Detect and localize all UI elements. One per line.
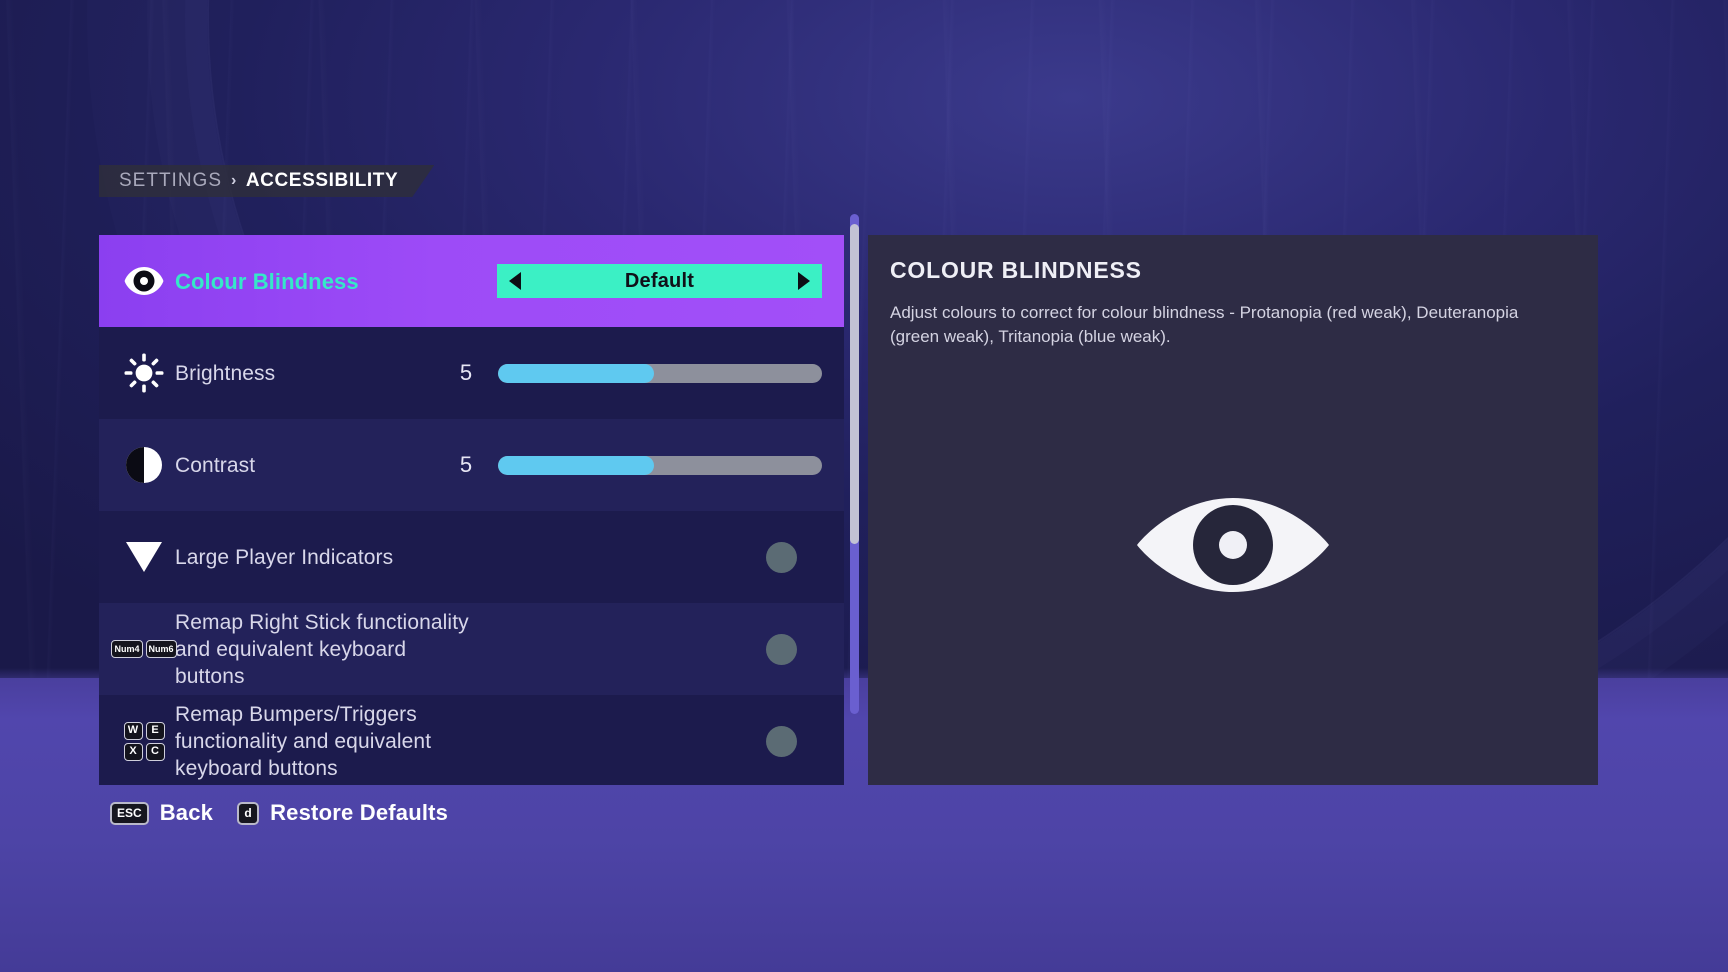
row-icon: W E X C [113, 721, 175, 761]
keycap: X [123, 742, 143, 761]
toggle-wrap-remap-bumpers-triggers [498, 725, 822, 757]
detail-description: Adjust colours to correct for colour bli… [890, 303, 1519, 346]
footer-label-restore-defaults: Restore Defaults [270, 800, 449, 825]
settings-rows: Colour Blindness Default Brightness 5 Co… [99, 235, 844, 785]
row-label-large-player-indicators: Large Player Indicators [175, 545, 394, 569]
contrast-icon [126, 447, 162, 483]
eye-icon [1137, 498, 1329, 592]
breadcrumb: SETTINGS › ACCESSIBILITY [99, 165, 434, 197]
scrollbar-thumb[interactable] [850, 224, 859, 544]
keycap: C [145, 742, 165, 761]
keycap: E [145, 721, 165, 740]
row-label-colour-blindness: Colour Blindness [175, 268, 359, 294]
settings-row-large-player-indicators[interactable]: Large Player Indicators [99, 511, 844, 603]
row-icon [113, 266, 175, 296]
row-icon: Num4 Num6 [111, 640, 177, 658]
keycap: Num6 [145, 640, 177, 658]
detail-title: COLOUR BLINDNESS [890, 257, 1142, 283]
settings-list-panel: Colour Blindness Default Brightness 5 Co… [99, 235, 844, 785]
row-label-brightness: Brightness [175, 361, 276, 385]
row-label-remap-right-stick: Remap Right Stick functionality and equi… [175, 610, 469, 688]
value-contrast: 5 [459, 452, 473, 477]
settings-row-colour-blindness[interactable]: Colour Blindness Default [99, 235, 844, 327]
sun-icon [124, 353, 164, 393]
chevron-right-icon[interactable] [798, 272, 810, 290]
triangle-down-icon [126, 542, 162, 572]
breadcrumb-parent[interactable]: SETTINGS [119, 170, 222, 192]
row-icon [113, 540, 175, 574]
chevron-left-icon[interactable] [509, 272, 521, 290]
toggle-remap-right-stick[interactable] [766, 633, 797, 665]
detail-illustration [868, 490, 1598, 600]
row-icon [113, 446, 175, 484]
footer-restore-defaults[interactable]: d Restore Defaults [237, 800, 448, 826]
option-value: Default [624, 269, 695, 292]
keycap-row: W E [123, 721, 165, 740]
footer-back[interactable]: ESC Back [110, 800, 213, 826]
footer-hints: ESC Back d Restore Defaults [110, 800, 448, 826]
wexc-keys-icon: W E X C [123, 721, 165, 761]
keycap: W [123, 721, 143, 740]
chevron-right-icon: › [231, 172, 237, 189]
settings-row-remap-right-stick[interactable]: Num4 Num6 Remap Right Stick functionality… [99, 603, 844, 695]
keycap: Num4 [111, 640, 143, 658]
footer-label-back: Back [159, 800, 214, 825]
row-label-contrast: Contrast [175, 453, 256, 477]
keycap-back: ESC [110, 801, 149, 825]
detail-panel: COLOUR BLINDNESS Adjust colours to corre… [868, 235, 1598, 785]
toggle-remap-bumpers-triggers[interactable] [766, 725, 797, 757]
slider-fill [498, 455, 654, 475]
game-settings-screen: SETTINGS › ACCESSIBILITY Colour Blindnes… [0, 0, 1728, 972]
row-icon [113, 353, 175, 393]
slider-fill [498, 363, 654, 383]
toggle-wrap-large-player-indicators [498, 541, 822, 573]
settings-row-remap-bumpers-triggers[interactable]: W E X C Remap Bumpers/Triggers functiona… [99, 695, 844, 785]
settings-row-contrast[interactable]: Contrast 5 [99, 419, 844, 511]
numpad-keys-icon: Num4 Num6 [111, 640, 177, 658]
slider-contrast[interactable] [498, 455, 822, 475]
breadcrumb-current: ACCESSIBILITY [245, 170, 399, 191]
toggle-large-player-indicators[interactable] [766, 541, 797, 573]
keycap-row: X C [123, 742, 165, 761]
keycap-restore-defaults: d [237, 801, 260, 825]
settings-row-brightness[interactable]: Brightness 5 [99, 327, 844, 419]
value-brightness: 5 [459, 360, 473, 385]
toggle-wrap-remap-right-stick [498, 633, 822, 665]
option-selector-colour-blindness[interactable]: Default [497, 264, 822, 298]
row-label-remap-bumpers-triggers: Remap Bumpers/Triggers functionality and… [175, 702, 432, 780]
eye-icon [124, 267, 164, 295]
slider-brightness[interactable] [498, 363, 822, 383]
scrollbar-track[interactable] [850, 214, 859, 714]
